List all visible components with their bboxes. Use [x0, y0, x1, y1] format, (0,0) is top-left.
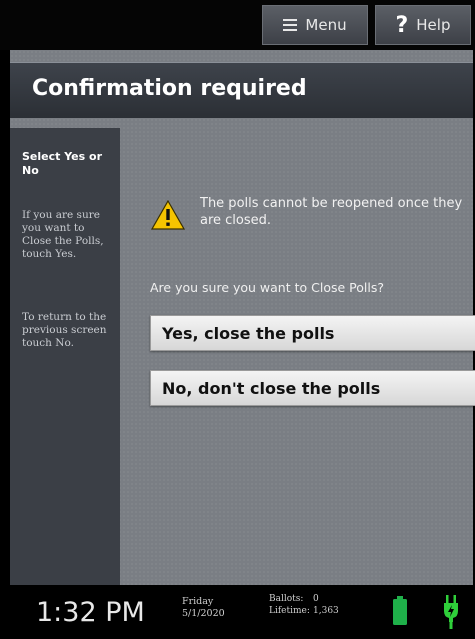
title-bar: Confirmation required [10, 62, 473, 118]
warning-message: The polls cannot be reopened once they a… [200, 196, 463, 228]
sidebar-instruction-no: To return to the previous screen touch N… [22, 311, 107, 349]
date-display: Friday 5/1/2020 [182, 596, 225, 620]
lifetime-label: Lifetime: [269, 606, 310, 616]
status-bar: 1:32 PM Friday 5/1/2020 Ballots: 0 Lifet… [0, 585, 475, 639]
sidebar-heading: Select Yes or No [22, 150, 102, 177]
sidebar-instruction-yes: If you are sure you want to Close the Po… [22, 209, 104, 260]
menu-icon [283, 19, 298, 31]
battery-icon [392, 596, 408, 626]
yes-close-polls-button[interactable]: Yes, close the polls [150, 315, 475, 351]
day-of-week: Friday [182, 596, 214, 607]
lifetime-value: 1,363 [313, 606, 339, 616]
ballot-counts: Ballots: 0 Lifetime: 1,363 [269, 593, 339, 617]
help-label: Help [416, 16, 451, 34]
help-button[interactable]: ? Help [375, 5, 471, 45]
top-bar: Menu ? Help [0, 0, 475, 50]
confirmation-question: Are you sure you want to Close Polls? [150, 280, 384, 295]
help-icon: ? [395, 12, 409, 38]
ballots-label: Ballots: [269, 594, 304, 604]
instructions-sidebar: Select Yes or No If you are sure you wan… [10, 128, 120, 585]
warning-triangle-icon [150, 199, 186, 234]
ballots-value: 0 [313, 594, 319, 604]
clock-time: 1:32 PM [36, 597, 145, 628]
page-title: Confirmation required [32, 76, 307, 101]
power-plug-icon [442, 595, 460, 633]
no-dont-close-polls-button[interactable]: No, don't close the polls [150, 370, 475, 406]
menu-button[interactable]: Menu [262, 5, 368, 45]
menu-label: Menu [305, 16, 347, 34]
main-screen: Confirmation required Select Yes or No I… [10, 50, 475, 585]
date-value: 5/1/2020 [182, 608, 225, 619]
